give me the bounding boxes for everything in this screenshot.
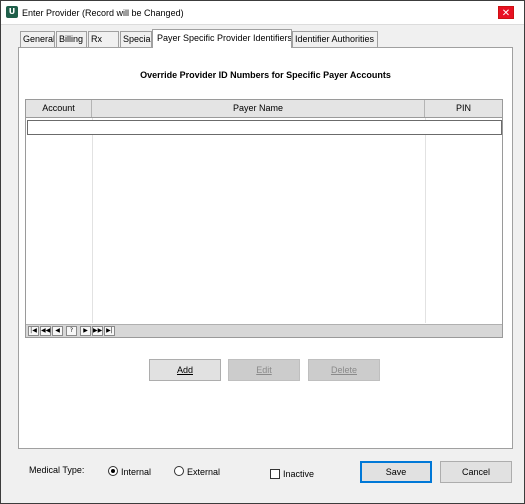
edit-button-label: Edit <box>256 365 272 375</box>
cancel-button[interactable]: Cancel <box>440 461 512 483</box>
delete-button-label: Delete <box>330 365 357 375</box>
radio-external-label[interactable]: External <box>187 467 220 477</box>
payer-id-grid[interactable]: Account Payer Name PIN |◀ ◀◀ ◀ ? ▶ ▶▶ ▶| <box>25 99 503 338</box>
nav-next-page-button[interactable]: ▶▶ <box>92 326 103 336</box>
radio-external[interactable] <box>174 466 184 476</box>
edit-button[interactable]: Edit <box>228 359 300 381</box>
title-bar[interactable]: U Enter Provider (Record will be Changed… <box>1 1 524 25</box>
grid-new-row[interactable] <box>27 120 502 135</box>
column-header-pin[interactable]: PIN <box>425 100 502 117</box>
nav-search-button[interactable]: ? <box>66 326 77 336</box>
nav-prev-button[interactable]: ◀ <box>52 326 63 336</box>
tab-general[interactable]: General <box>20 31 55 47</box>
tab-special[interactable]: Special <box>120 31 152 47</box>
tab-rx[interactable]: Rx <box>88 31 119 47</box>
tab-billing[interactable]: Billing <box>56 31 87 47</box>
grid-header: Account Payer Name PIN <box>26 100 502 118</box>
tab-identifier-authorities[interactable]: Identifier Authorities <box>292 31 378 47</box>
column-header-account[interactable]: Account <box>26 100 92 117</box>
column-divider <box>425 118 426 323</box>
save-button[interactable]: Save <box>360 461 432 483</box>
add-button[interactable]: Add <box>149 359 221 381</box>
tab-rx-label: Rx <box>91 34 102 44</box>
medical-type-label: Medical Type: <box>29 465 85 475</box>
close-button[interactable]: ✕ <box>498 6 514 19</box>
tab-special-label: Special <box>123 34 152 44</box>
delete-button[interactable]: Delete <box>308 359 380 381</box>
inactive-checkbox-label[interactable]: Inactive <box>283 469 314 479</box>
tab-billing-label: Billing <box>59 34 84 44</box>
tab-general-label: General <box>23 34 55 44</box>
tab-payer-specific-label: Payer Specific Provider Identifiers <box>157 33 292 43</box>
inactive-checkbox[interactable] <box>270 469 280 479</box>
grid-navigator: |◀ ◀◀ ◀ ? ▶ ▶▶ ▶| <box>26 324 502 337</box>
add-button-label: Add <box>176 365 193 375</box>
tab-payer-specific-provider-identifiers[interactable]: Payer Specific Provider Identifiers <box>152 29 292 48</box>
section-title: Override Provider ID Numbers for Specifi… <box>140 70 391 80</box>
column-header-payer-name[interactable]: Payer Name <box>92 100 425 117</box>
radio-internal[interactable] <box>108 466 118 476</box>
app-icon: U <box>6 6 18 18</box>
tab-panel-payer-identifiers: Override Provider ID Numbers for Specifi… <box>18 47 513 449</box>
window-title: Enter Provider (Record will be Changed) <box>22 8 184 18</box>
column-divider <box>92 118 93 323</box>
nav-first-button[interactable]: |◀ <box>28 326 39 336</box>
nav-next-button[interactable]: ▶ <box>80 326 91 336</box>
radio-internal-label[interactable]: Internal <box>121 467 151 477</box>
tab-identifier-authorities-label: Identifier Authorities <box>295 34 375 44</box>
nav-prev-page-button[interactable]: ◀◀ <box>40 326 51 336</box>
nav-last-button[interactable]: ▶| <box>104 326 115 336</box>
enter-provider-dialog: U Enter Provider (Record will be Changed… <box>0 0 525 504</box>
